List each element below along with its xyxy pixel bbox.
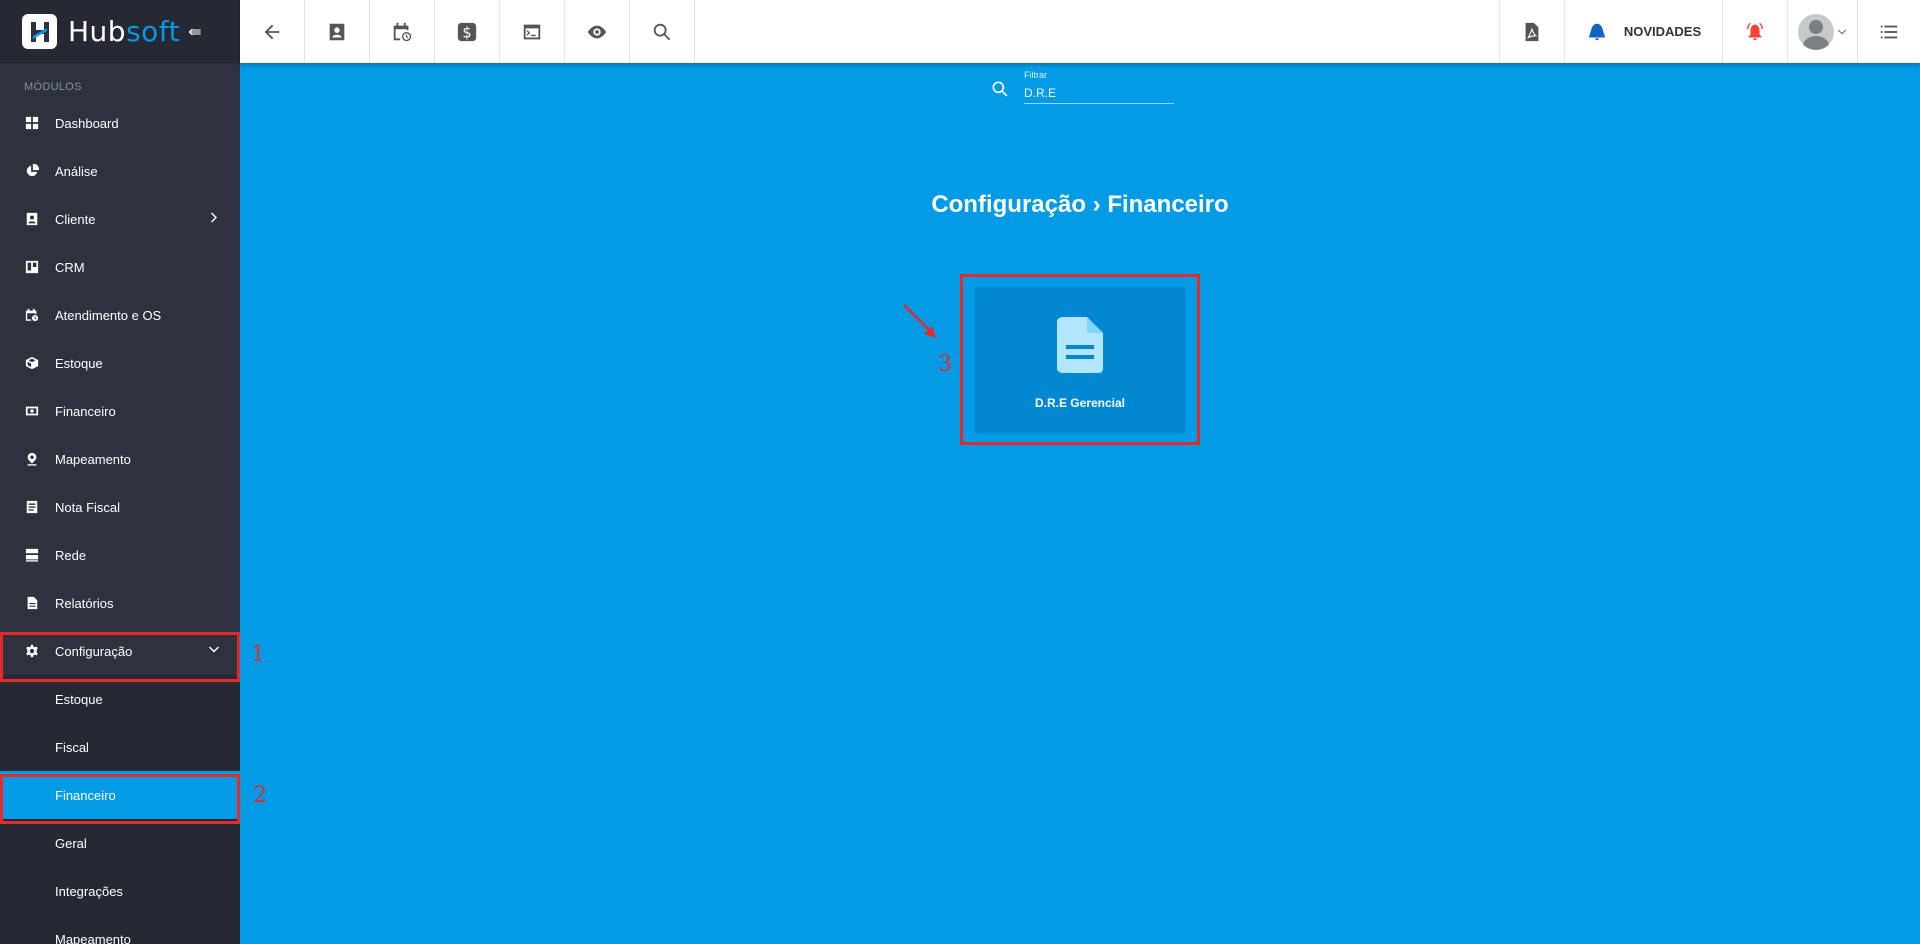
pdf-button[interactable] [1499, 0, 1564, 63]
config-sub-item-fiscal[interactable]: Fiscal [0, 723, 240, 771]
sidebar-item-financeiro[interactable]: Financeiro [0, 387, 240, 435]
topbar: $ NOVIDADES [240, 0, 1920, 63]
config-sub-item-geral[interactable]: Geral [0, 819, 240, 867]
package-icon [24, 355, 40, 371]
collapse-sidebar-icon[interactable]: ⇚ [188, 22, 201, 42]
annotation-number-3: 3 [938, 352, 952, 377]
sidebar-item-label: Análise [55, 163, 98, 179]
sidebar-item-label: Rede [55, 547, 87, 563]
alerts-button[interactable] [1722, 0, 1787, 63]
map-pin-icon [24, 451, 40, 467]
topbar-right: NOVIDADES [1499, 0, 1920, 63]
sidebar-item-atendimento[interactable]: Atendimento e OS [0, 291, 240, 339]
search-shortcut-button[interactable] [630, 0, 695, 63]
sidebar-item-dashboard[interactable]: Dashboard [0, 99, 240, 147]
alarm-bell-icon [1746, 22, 1764, 40]
search-icon [990, 79, 1010, 104]
svg-text:$: $ [462, 24, 471, 41]
sidebar-item-label: Mapeamento [55, 451, 131, 467]
sidebar-item-estoque[interactable]: Estoque [0, 339, 240, 387]
sidebar-item-label: Estoque [55, 355, 103, 371]
calendar-clock-icon [24, 307, 40, 323]
list-menu-icon [1880, 25, 1898, 38]
filter-label: Filtrar [1024, 70, 1047, 80]
sidebar-item-nota-fiscal[interactable]: Nota Fiscal [0, 483, 240, 531]
terminal-icon [523, 24, 541, 39]
section-label: MÓDULOS [24, 81, 82, 93]
sidebar-item-relatorios[interactable]: Relatórios [0, 579, 240, 627]
document-icon [24, 595, 40, 611]
sidebar-item-rede[interactable]: Rede [0, 531, 240, 579]
annotation-number-1: 1 [251, 642, 265, 667]
finance-shortcut-button[interactable]: $ [435, 0, 500, 63]
menu-list-button[interactable] [1857, 0, 1920, 63]
annotation-arrow-icon [903, 304, 936, 338]
filter-bar: Filtrar [990, 70, 1174, 104]
document-icon [1057, 317, 1103, 378]
config-sub-item-integracoes[interactable]: Integrações [0, 867, 240, 915]
sidebar-item-crm[interactable]: CRM [0, 243, 240, 291]
search-icon [653, 23, 671, 40]
brand-name-hub: Hub [68, 15, 127, 48]
card-label: D.R.E Gerencial [1034, 396, 1126, 410]
sidebar-item-label: Dashboard [55, 115, 119, 131]
pie-chart-icon [24, 163, 40, 179]
annotation-number-2: 2 [253, 783, 267, 808]
server-icon [24, 547, 40, 563]
sidebar-item-mapeamento[interactable]: Mapeamento [0, 435, 240, 483]
hubsoft-logo-icon[interactable] [22, 14, 57, 49]
sidebar-item-label: Financeiro [55, 403, 116, 419]
chevron-right-icon [208, 212, 220, 227]
novidades-button[interactable]: NOVIDADES [1564, 0, 1722, 63]
config-sub-item-estoque[interactable]: Estoque [0, 675, 240, 723]
dre-gerencial-card[interactable]: D.R.E Gerencial [975, 287, 1185, 432]
arrow-left-icon [264, 24, 280, 39]
filter-field: Filtrar [1024, 70, 1174, 104]
sidebar-item-label: Cliente [55, 211, 96, 227]
pdf-file-icon [1525, 22, 1539, 41]
calendar-clock-icon [393, 22, 412, 41]
novidades-label: NOVIDADES [1623, 24, 1702, 39]
brand-name: Hubsoft [68, 15, 180, 48]
brand-name-soft: soft [126, 15, 181, 48]
contact-card-icon [329, 23, 345, 40]
sidebar-item-analise[interactable]: Análise [0, 147, 240, 195]
dollar-icon: $ [457, 22, 477, 41]
config-sub-item-mapeamento[interactable]: Mapeamento [0, 915, 240, 944]
sidebar-item-label: CRM [55, 259, 85, 275]
sidebar-item-label: Nota Fiscal [55, 499, 121, 515]
back-button[interactable] [240, 0, 305, 63]
chevron-down-icon [1837, 29, 1847, 34]
filter-input[interactable] [1024, 83, 1174, 103]
brand-header: Hubsoft ⇚ [0, 0, 240, 63]
contact-card-icon [24, 211, 40, 227]
eye-icon [587, 25, 607, 38]
sidebar-item-cliente[interactable]: Cliente [0, 195, 240, 243]
terminal-shortcut-button[interactable] [500, 0, 565, 63]
trello-board-icon [24, 259, 40, 275]
schedule-shortcut-button[interactable] [370, 0, 435, 63]
clients-shortcut-button[interactable] [305, 0, 370, 63]
sidebar-item-label: Relatórios [55, 595, 114, 611]
highlight-configuracao [0, 632, 240, 682]
avatar [1798, 13, 1834, 50]
dashboard-icon [24, 115, 40, 131]
page-title: Configuração › Financeiro [931, 191, 1229, 218]
bell-icon [1588, 23, 1606, 40]
highlight-financeiro [0, 774, 240, 824]
view-shortcut-button[interactable] [565, 0, 630, 63]
money-icon [24, 403, 40, 419]
sidebar-item-label: Atendimento e OS [55, 307, 162, 323]
user-menu-button[interactable] [1787, 0, 1857, 63]
receipt-icon [24, 499, 40, 515]
